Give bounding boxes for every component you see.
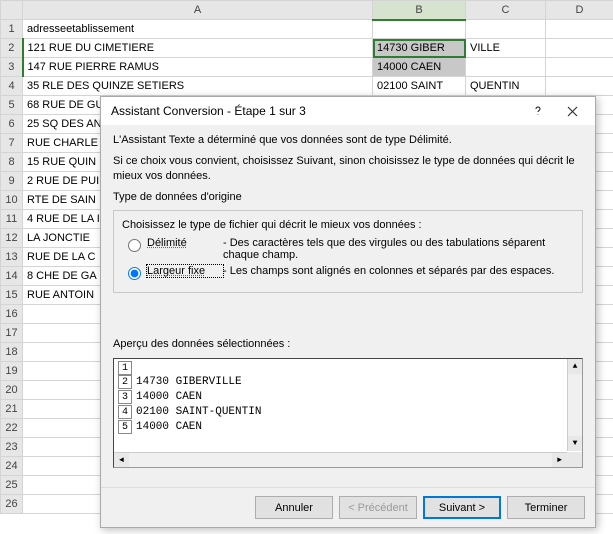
dialog-title: Assistant Conversion - Étape 1 sur 3 xyxy=(111,104,521,118)
preview-text: 02100 SAINT-QUENTIN xyxy=(136,405,261,420)
col-header-b[interactable]: B xyxy=(373,1,466,20)
preview-linenum: 2 xyxy=(118,375,132,389)
cell[interactable]: 14730 GIBER xyxy=(373,39,466,58)
preview-row: 5 14000 CAEN xyxy=(118,420,578,435)
group-label: Type de données d'origine xyxy=(113,190,583,205)
col-header-c[interactable]: C xyxy=(466,1,546,20)
cell[interactable] xyxy=(466,58,546,77)
row-header[interactable]: 8 xyxy=(1,153,23,172)
row-header[interactable]: 2 xyxy=(1,39,23,58)
scroll-down-icon[interactable]: ▼ xyxy=(568,436,582,451)
cell[interactable] xyxy=(546,58,613,77)
row-header[interactable]: 3 xyxy=(1,58,23,77)
row-header[interactable]: 19 xyxy=(1,362,23,381)
preview-text: 14000 CAEN xyxy=(136,420,202,435)
intro-text-2: Si ce choix vous convient, choisissez Su… xyxy=(113,154,583,184)
cell[interactable] xyxy=(546,77,613,96)
row-header[interactable]: 13 xyxy=(1,248,23,267)
intro-text-1: L'Assistant Texte a déterminé que vos do… xyxy=(113,133,583,148)
scroll-right-icon[interactable]: ► xyxy=(552,453,567,468)
row-header[interactable]: 7 xyxy=(1,134,23,153)
row-header[interactable]: 10 xyxy=(1,191,23,210)
cell[interactable]: QUENTIN xyxy=(466,77,546,96)
cell[interactable] xyxy=(466,20,546,39)
cell[interactable] xyxy=(546,39,613,58)
preview-linenum: 3 xyxy=(118,390,132,404)
row-header[interactable]: 17 xyxy=(1,324,23,343)
select-all-corner[interactable] xyxy=(1,1,23,20)
preview-row: 2 14730 GIBERVILLE xyxy=(118,375,578,390)
row-header[interactable]: 15 xyxy=(1,286,23,305)
cell[interactable]: 121 RUE DU CIMETIERE xyxy=(23,39,373,58)
row-header[interactable]: 5 xyxy=(1,96,23,115)
cell[interactable]: 02100 SAINT xyxy=(373,77,466,96)
row-header[interactable]: 4 xyxy=(1,77,23,96)
row-header[interactable]: 21 xyxy=(1,400,23,419)
scroll-left-icon[interactable]: ◄ xyxy=(114,453,129,468)
radio-delimited-desc: - Des caractères tels que des virgules o… xyxy=(223,237,574,261)
row-header[interactable]: 26 xyxy=(1,495,23,514)
radio-fixedwidth[interactable] xyxy=(128,267,141,280)
col-header-a[interactable]: A xyxy=(23,1,373,20)
scroll-corner xyxy=(567,452,582,467)
preview-box: 12 14730 GIBERVILLE 3 14000 CAEN 4 02100 SAIN… xyxy=(113,358,583,468)
row-header[interactable]: 11 xyxy=(1,210,23,229)
preview-label: Aperçu des données sélectionnées : xyxy=(113,337,583,352)
cell[interactable] xyxy=(546,20,613,39)
cancel-button[interactable]: Annuler xyxy=(255,496,333,519)
row-header[interactable]: 9 xyxy=(1,172,23,191)
dialog-titlebar: Assistant Conversion - Étape 1 sur 3 xyxy=(101,97,595,125)
data-type-group: Choisissez le type de fichier qui décrit… xyxy=(113,210,583,293)
cell[interactable] xyxy=(373,20,466,39)
preview-hscrollbar[interactable]: ◄ ► xyxy=(114,452,567,467)
cell[interactable]: VILLE xyxy=(466,39,546,58)
row-header[interactable]: 23 xyxy=(1,438,23,457)
radio-delimited[interactable] xyxy=(128,239,141,252)
row-header[interactable]: 14 xyxy=(1,267,23,286)
preview-text: 14000 CAEN xyxy=(136,390,202,405)
convert-wizard-dialog: Assistant Conversion - Étape 1 sur 3 L'A… xyxy=(100,96,596,528)
preview-linenum: 5 xyxy=(118,420,132,434)
close-button[interactable] xyxy=(555,99,589,123)
preview-row: 1 xyxy=(118,361,578,375)
row-header[interactable]: 18 xyxy=(1,343,23,362)
row-header[interactable]: 16 xyxy=(1,305,23,324)
radio-fixedwidth-row[interactable]: Largeur fixe - Les champs sont alignés e… xyxy=(122,265,574,280)
row-header[interactable]: 20 xyxy=(1,381,23,400)
radio-delimited-label: Délimité xyxy=(147,237,223,249)
row-header[interactable]: 12 xyxy=(1,229,23,248)
cell[interactable]: 35 RLE DES QUINZE SETIERS xyxy=(23,77,373,96)
scroll-up-icon[interactable]: ▲ xyxy=(568,359,582,374)
radio-delimited-row[interactable]: Délimité - Des caractères tels que des v… xyxy=(122,237,574,261)
previous-button: < Précédent xyxy=(339,496,417,519)
preview-linenum: 4 xyxy=(118,405,132,419)
cell[interactable]: 147 RUE PIERRE RAMUS xyxy=(23,58,373,77)
preview-text: 14730 GIBERVILLE xyxy=(136,375,242,390)
finish-button[interactable]: Terminer xyxy=(507,496,585,519)
help-button[interactable] xyxy=(521,99,555,123)
row-header[interactable]: 6 xyxy=(1,115,23,134)
radio-fixedwidth-label: Largeur fixe xyxy=(147,265,223,277)
preview-row: 3 14000 CAEN xyxy=(118,390,578,405)
preview-row: 4 02100 SAINT-QUENTIN xyxy=(118,405,578,420)
row-header[interactable]: 25 xyxy=(1,476,23,495)
col-header-d[interactable]: D xyxy=(546,1,613,20)
radio-fixedwidth-desc: - Les champs sont alignés en colonnes et… xyxy=(223,265,574,277)
dialog-button-row: Annuler < Précédent Suivant > Terminer xyxy=(101,487,595,527)
row-header[interactable]: 24 xyxy=(1,457,23,476)
cell[interactable]: 14000 CAEN xyxy=(373,58,466,77)
row-header[interactable]: 1 xyxy=(1,20,23,39)
preview-vscrollbar[interactable]: ▲ ▼ xyxy=(567,359,582,451)
next-button[interactable]: Suivant > xyxy=(423,496,501,519)
cell[interactable]: adresseetablissement xyxy=(23,20,373,39)
preview-linenum: 1 xyxy=(118,361,132,375)
group-intro: Choisissez le type de fichier qui décrit… xyxy=(122,219,574,231)
row-header[interactable]: 22 xyxy=(1,419,23,438)
